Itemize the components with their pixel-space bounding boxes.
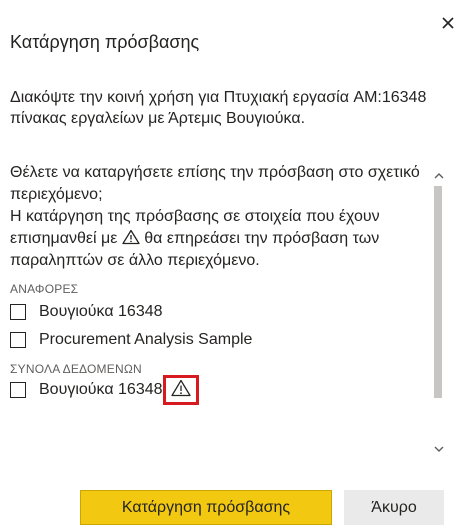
report-item[interactable]: Βουγιούκα 16348 <box>10 300 445 324</box>
dataset-label: Βουγιούκα 16348 <box>39 381 163 398</box>
chevron-up-icon[interactable] <box>433 168 445 179</box>
remove-access-button[interactable]: Κατάργηση πρόσβασης <box>80 490 332 525</box>
dialog-description: Διακόψτε την κοινή χρήση για Πτυχιακή ερ… <box>10 89 427 127</box>
report-label: Βουγιούκα 16348 <box>39 303 163 320</box>
warning-icon <box>122 229 140 245</box>
related-content-panel: Θέλετε να καταργήσετε επίσης την πρόσβασ… <box>10 162 445 460</box>
report-checkbox[interactable] <box>10 332 26 348</box>
question-line1: Θέλετε να καταργήσετε επίσης την πρόσβασ… <box>10 164 420 203</box>
reports-section-header: ΑΝΑΦΟΡΕΣ <box>10 282 79 296</box>
related-content-question: Θέλετε να καταργήσετε επίσης την πρόσβασ… <box>10 162 422 272</box>
dataset-checkbox[interactable] <box>10 382 26 398</box>
report-item[interactable]: Procurement Analysis Sample <box>10 328 445 352</box>
report-label: Procurement Analysis Sample <box>39 331 253 348</box>
scrollbar-thumb[interactable] <box>434 186 442 398</box>
dialog-title: Κατάργηση πρόσβασης <box>10 32 200 52</box>
datasets-section-header: ΣΥΝΟΛΑ ΔΕΔΟΜΕΝΩΝ <box>10 362 142 376</box>
warning-highlight <box>162 375 199 405</box>
cancel-button[interactable]: Άκυρο <box>344 490 444 525</box>
dataset-item[interactable]: Βουγιούκα 16348 <box>10 375 445 405</box>
chevron-down-icon[interactable] <box>433 441 445 452</box>
report-checkbox[interactable] <box>10 304 26 320</box>
close-icon[interactable] <box>441 16 455 30</box>
warning-icon <box>170 379 191 402</box>
